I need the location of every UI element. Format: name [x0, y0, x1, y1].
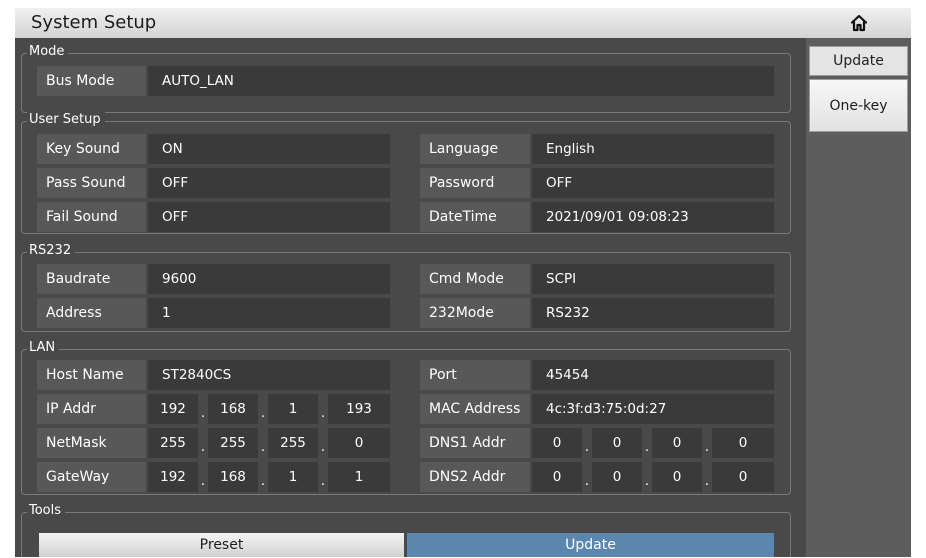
netmask-label: NetMask [37, 428, 146, 458]
mode232-label: 232Mode [420, 298, 530, 328]
rs232-group-label: RS232 [27, 243, 76, 259]
bus-mode-label: Bus Mode [37, 66, 146, 96]
netmask-octet-3[interactable]: 255 [268, 428, 318, 458]
dns1-dot: . [644, 440, 650, 455]
dns2-octet-4[interactable]: 0 [712, 462, 774, 492]
gateway-dot: . [320, 474, 326, 489]
port-field[interactable]: 45454 [532, 360, 774, 390]
bus-mode-field[interactable]: AUTO_LAN [148, 66, 774, 96]
dns2-octet-2[interactable]: 0 [592, 462, 642, 492]
netmask-octet-2[interactable]: 255 [208, 428, 258, 458]
gateway-octet-3[interactable]: 1 [268, 462, 318, 492]
netmask-octet-1[interactable]: 255 [148, 428, 198, 458]
netmask-octet-4[interactable]: 0 [328, 428, 390, 458]
password-field[interactable]: OFF [532, 168, 774, 198]
host-name-label: Host Name [37, 360, 146, 390]
pass-sound-field[interactable]: OFF [148, 168, 390, 198]
address-label: Address [37, 298, 146, 328]
gateway-dot: . [260, 474, 266, 489]
language-label: Language [420, 134, 530, 164]
title-bar: System Setup [15, 8, 911, 38]
ip-addr-octet-2[interactable]: 168 [208, 394, 258, 424]
home-button[interactable] [806, 8, 911, 38]
fail-sound-field[interactable]: OFF [148, 202, 390, 232]
pass-sound-label: Pass Sound [37, 168, 146, 198]
dns1-addr-label: DNS1 Addr [420, 428, 530, 458]
dns1-dot: . [704, 440, 710, 455]
port-label: Port [420, 360, 530, 390]
dns2-dot: . [704, 474, 710, 489]
baudrate-field[interactable]: 9600 [148, 264, 390, 294]
mac-address-label: MAC Address [420, 394, 530, 424]
softkey-update[interactable]: Update [809, 46, 908, 76]
softkey-one-key[interactable]: One-key [809, 79, 908, 132]
dns2-octet-3[interactable]: 0 [652, 462, 702, 492]
dns1-dot: . [584, 440, 590, 455]
settings-content: Mode Bus Mode AUTO_LAN User Setup Key So… [15, 38, 806, 557]
netmask-dot: . [200, 440, 206, 455]
language-field[interactable]: English [532, 134, 774, 164]
datetime-label: DateTime [420, 202, 530, 232]
home-icon [850, 14, 867, 32]
user-setup-group-label: User Setup [27, 112, 105, 128]
netmask-dot: . [260, 440, 266, 455]
dns2-addr-label: DNS2 Addr [420, 462, 530, 492]
mode232-field[interactable]: RS232 [532, 298, 774, 328]
dns2-dot: . [644, 474, 650, 489]
gateway-label: GateWay [37, 462, 146, 492]
ip-addr-dot: . [200, 406, 206, 421]
address-field[interactable]: 1 [148, 298, 390, 328]
softkey-one-key-label: One-key [829, 97, 888, 114]
dns1-octet-4[interactable]: 0 [712, 428, 774, 458]
ip-addr-octet-4[interactable]: 193 [328, 394, 390, 424]
ip-addr-octet-1[interactable]: 192 [148, 394, 198, 424]
ip-addr-label: IP Addr [37, 394, 146, 424]
lan-group-label: LAN [27, 340, 60, 356]
gateway-octet-1[interactable]: 192 [148, 462, 198, 492]
update-button[interactable]: Update [407, 533, 774, 557]
softkey-panel: Update One-key [806, 38, 911, 557]
dns1-octet-3[interactable]: 0 [652, 428, 702, 458]
baudrate-label: Baudrate [37, 264, 146, 294]
password-label: Password [420, 168, 530, 198]
netmask-dot: . [320, 440, 326, 455]
ip-addr-dot: . [320, 406, 326, 421]
ip-addr-dot: . [260, 406, 266, 421]
dns2-octet-1[interactable]: 0 [532, 462, 582, 492]
fail-sound-label: Fail Sound [37, 202, 146, 232]
dns1-octet-2[interactable]: 0 [592, 428, 642, 458]
gateway-octet-4[interactable]: 1 [328, 462, 390, 492]
ip-addr-octet-3[interactable]: 1 [268, 394, 318, 424]
window-title: System Setup [31, 12, 157, 33]
key-sound-field[interactable]: ON [148, 134, 390, 164]
mode-group-label: Mode [27, 44, 69, 60]
dns2-dot: . [584, 474, 590, 489]
cmd-mode-field[interactable]: SCPI [532, 264, 774, 294]
datetime-field[interactable]: 2021/09/01 09:08:23 [532, 202, 774, 232]
mac-address-field[interactable]: 4c:3f:d3:75:0d:27 [532, 394, 774, 424]
dns1-octet-1[interactable]: 0 [532, 428, 582, 458]
tools-group-label: Tools [27, 503, 66, 519]
preset-button[interactable]: Preset [39, 533, 404, 557]
system-setup-window: System Setup Update One-key Mode Bus Mod… [15, 8, 911, 557]
softkey-update-label: Update [833, 53, 884, 69]
key-sound-label: Key Sound [37, 134, 146, 164]
cmd-mode-label: Cmd Mode [420, 264, 530, 294]
host-name-field[interactable]: ST2840CS [148, 360, 390, 390]
gateway-dot: . [200, 474, 206, 489]
gateway-octet-2[interactable]: 168 [208, 462, 258, 492]
